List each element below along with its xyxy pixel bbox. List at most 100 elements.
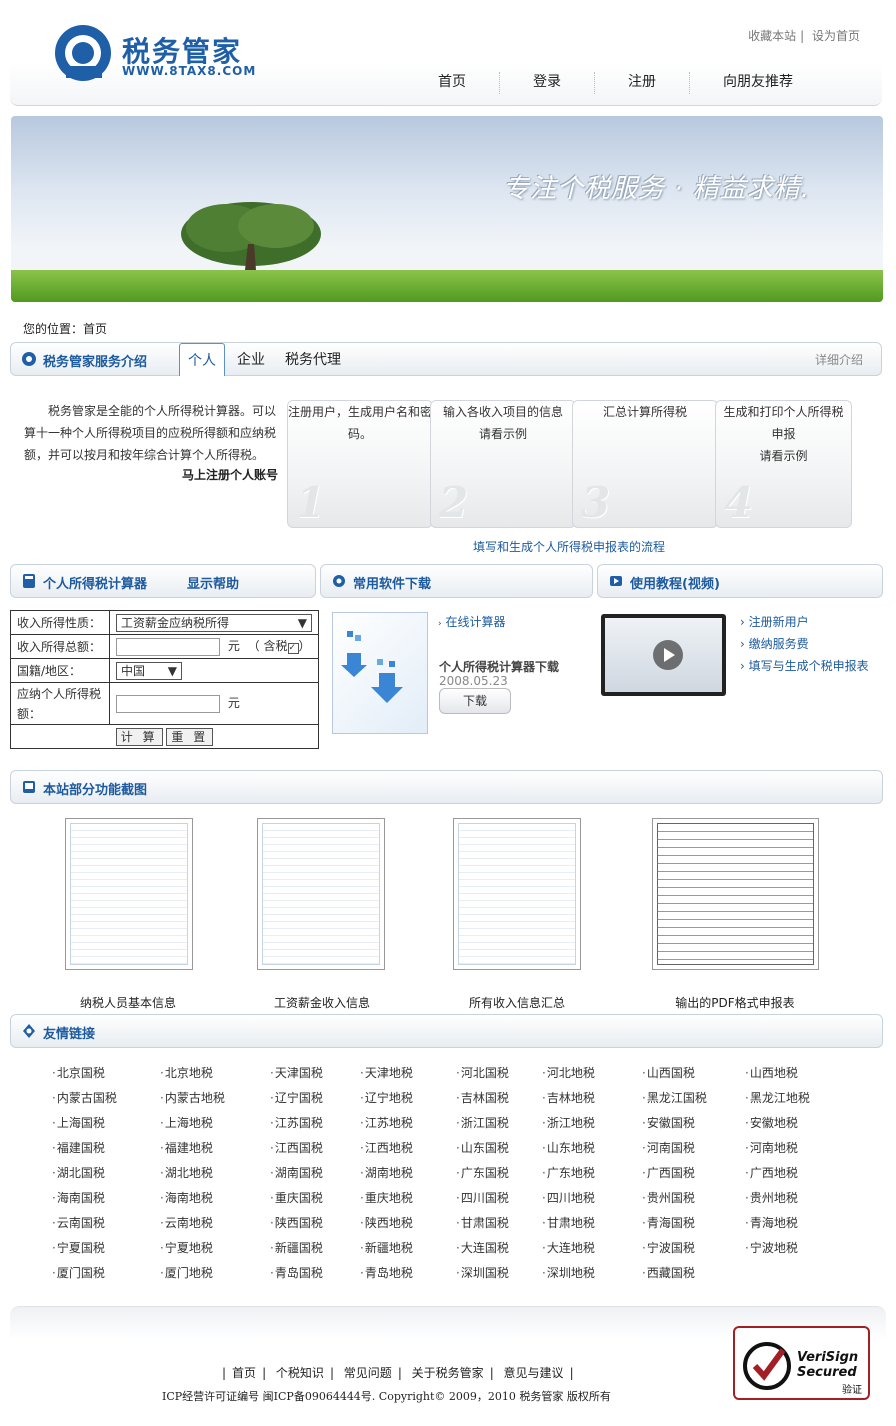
friend-link[interactable]: 海南国税 [52, 1189, 105, 1206]
region-select[interactable]: 中国 ▼ [116, 661, 182, 680]
friend-link[interactable]: 黑龙江地税 [745, 1089, 810, 1106]
friend-link[interactable]: 广东地税 [542, 1164, 595, 1181]
friend-link[interactable]: 江苏国税 [270, 1114, 323, 1131]
friend-link[interactable]: 海南地税 [160, 1189, 213, 1206]
friend-link[interactable]: 山东地税 [542, 1139, 595, 1156]
download-item-title[interactable]: 个人所得税计算器下载 [439, 658, 559, 675]
friend-link[interactable]: 甘肃国税 [456, 1214, 509, 1231]
footer-link-feedback[interactable]: 意见与建议 [504, 1366, 564, 1380]
site-logo[interactable]: 税务管家 WWW.8TAX8.COM [52, 22, 272, 82]
tab-tax-agent[interactable]: 税务代理 [277, 343, 349, 376]
friend-link[interactable]: 北京国税 [52, 1064, 105, 1081]
friend-link[interactable]: 陕西国税 [270, 1214, 323, 1231]
income-type-select[interactable]: 工资薪金应纳税所得 ▼ [116, 613, 312, 632]
friend-link[interactable]: 湖北地税 [160, 1164, 213, 1181]
friend-link[interactable]: 新疆地税 [360, 1239, 413, 1256]
friend-link[interactable]: 辽宁地税 [360, 1089, 413, 1106]
screenshot-1[interactable] [65, 818, 193, 970]
register-account-link[interactable]: 马上注册个人账号 [182, 466, 278, 483]
online-calculator-link[interactable]: › 在线计算器 [438, 613, 505, 630]
step-4-example-link[interactable]: 请看示例 [720, 445, 847, 467]
friend-link[interactable]: 湖南国税 [270, 1164, 323, 1181]
friend-link[interactable]: 青海国税 [642, 1214, 695, 1231]
video-thumbnail[interactable] [601, 614, 726, 696]
friend-link[interactable]: 江西地税 [360, 1139, 413, 1156]
nav-home[interactable]: 首页 [405, 72, 500, 94]
friend-link[interactable]: 湖南地税 [360, 1164, 413, 1181]
friend-link[interactable]: 西藏国税 [642, 1264, 695, 1281]
friend-link[interactable]: 江西国税 [270, 1139, 323, 1156]
bookmark-link[interactable]: 收藏本站 [748, 29, 796, 43]
nav-recommend[interactable]: 向朋友推荐 [690, 72, 826, 94]
friend-link[interactable]: 大连地税 [542, 1239, 595, 1256]
footer-link-faq[interactable]: 常见问题 [344, 1366, 392, 1380]
payable-output[interactable] [116, 695, 220, 713]
friend-link[interactable]: 重庆国税 [270, 1189, 323, 1206]
friend-link[interactable]: 陕西地税 [360, 1214, 413, 1231]
friend-link[interactable]: 广东国税 [456, 1164, 509, 1181]
friend-link[interactable]: 辽宁国税 [270, 1089, 323, 1106]
detail-intro-link[interactable]: 详细介绍 [815, 351, 863, 368]
friend-link[interactable]: 黑龙江国税 [642, 1089, 707, 1106]
friend-link[interactable]: 浙江地税 [542, 1114, 595, 1131]
friend-link[interactable]: 山东国税 [456, 1139, 509, 1156]
friend-link[interactable]: 广西国税 [642, 1164, 695, 1181]
friend-link[interactable]: 天津国税 [270, 1064, 323, 1081]
tax-included-checkbox[interactable]: ✓ [287, 643, 299, 654]
friend-link[interactable]: 福建地税 [160, 1139, 213, 1156]
friend-link[interactable]: 山西国税 [642, 1064, 695, 1081]
friend-link[interactable]: 内蒙古国税 [52, 1089, 117, 1106]
friend-link[interactable]: 贵州地税 [745, 1189, 798, 1206]
friend-link[interactable]: 北京地税 [160, 1064, 213, 1081]
friend-link[interactable]: 河北国税 [456, 1064, 509, 1081]
tab-personal[interactable]: 个人 [179, 343, 225, 376]
friend-link[interactable]: 青岛国税 [270, 1264, 323, 1281]
friend-link[interactable]: 浙江国税 [456, 1114, 509, 1131]
screenshot-4[interactable] [652, 818, 819, 970]
friend-link[interactable]: 内蒙古地税 [160, 1089, 225, 1106]
footer-link-home[interactable]: 首页 [232, 1366, 256, 1380]
friend-link[interactable]: 安徽地税 [745, 1114, 798, 1131]
verisign-verify[interactable]: 验证 [842, 1381, 862, 1396]
friend-link[interactable]: 河北地税 [542, 1064, 595, 1081]
nav-register[interactable]: 注册 [595, 72, 690, 94]
set-homepage-link[interactable]: 设为首页 [812, 29, 860, 43]
friend-link[interactable]: 广西地税 [745, 1164, 798, 1181]
verisign-badge[interactable]: VeriSign Secured 验证 [733, 1326, 870, 1400]
reset-button[interactable]: 重 置 [166, 727, 214, 746]
friend-link[interactable]: 上海国税 [52, 1114, 105, 1131]
friend-link[interactable]: 宁夏地税 [160, 1239, 213, 1256]
friend-link[interactable]: 贵州国税 [642, 1189, 695, 1206]
friend-link[interactable]: 宁夏国税 [52, 1239, 105, 1256]
friend-link[interactable]: 青海地税 [745, 1214, 798, 1231]
friend-link[interactable]: 河南国税 [642, 1139, 695, 1156]
friend-link[interactable]: 上海地税 [160, 1114, 213, 1131]
friend-link[interactable]: 甘肃地税 [542, 1214, 595, 1231]
friend-link[interactable]: 青岛地税 [360, 1264, 413, 1281]
friend-link[interactable]: 吉林国税 [456, 1089, 509, 1106]
friend-link[interactable]: 山西地税 [745, 1064, 798, 1081]
breadcrumb-current[interactable]: 首页 [83, 322, 107, 336]
friend-link[interactable]: 重庆地税 [360, 1189, 413, 1206]
friend-link[interactable]: 厦门地税 [160, 1264, 213, 1281]
friend-link[interactable]: 大连国税 [456, 1239, 509, 1256]
friend-link[interactable]: 云南地税 [160, 1214, 213, 1231]
friend-link[interactable]: 深圳国税 [456, 1264, 509, 1281]
friend-link[interactable]: 湖北国税 [52, 1164, 105, 1181]
friend-link[interactable]: 宁波国税 [642, 1239, 695, 1256]
friend-link[interactable]: 江苏地税 [360, 1114, 413, 1131]
screenshot-3[interactable] [453, 818, 581, 970]
step-2-example-link[interactable]: 请看示例 [431, 423, 575, 445]
nav-login[interactable]: 登录 [500, 72, 595, 94]
tutorial-link-register[interactable]: › 注册新用户 [740, 613, 809, 630]
friend-link[interactable]: 河南地税 [745, 1139, 798, 1156]
screenshot-2[interactable] [257, 818, 385, 970]
footer-link-knowledge[interactable]: 个税知识 [276, 1366, 324, 1380]
download-button[interactable]: 下载 [439, 688, 511, 714]
footer-link-about[interactable]: 关于税务管家 [412, 1366, 484, 1380]
friend-link[interactable]: 新疆国税 [270, 1239, 323, 1256]
show-help-link[interactable]: 显示帮助 [187, 573, 239, 592]
friend-link[interactable]: 四川国税 [456, 1189, 509, 1206]
friend-link[interactable]: 福建国税 [52, 1139, 105, 1156]
friend-link[interactable]: 厦门国税 [52, 1264, 105, 1281]
